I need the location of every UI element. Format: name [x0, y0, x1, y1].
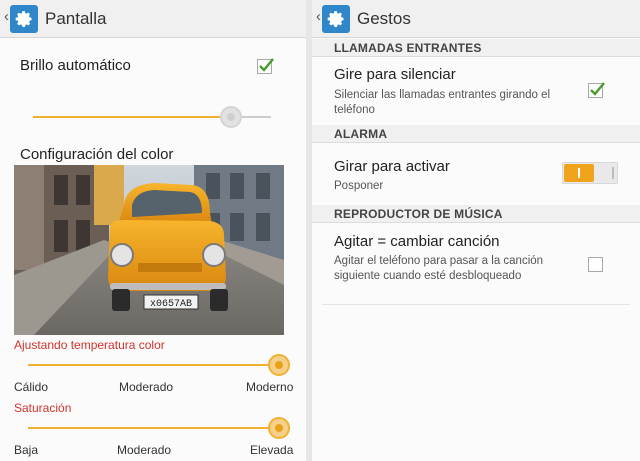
temperature-tick-warm: Cálido — [14, 380, 49, 394]
settings-gear-icon[interactable] — [322, 5, 350, 33]
temperature-slider-thumb[interactable] — [268, 354, 290, 376]
temperature-tick-modern: Moderno — [246, 380, 294, 394]
shake-to-change-checkbox[interactable] — [588, 257, 603, 272]
settings-gear-icon[interactable] — [10, 5, 38, 33]
toggle-on-segment — [564, 164, 594, 182]
section-header-music-player: REPRODUCTOR DE MÚSICA — [312, 205, 640, 223]
section-header-alarm: ALARMA — [312, 125, 640, 143]
saturation-slider-thumb[interactable] — [268, 417, 290, 439]
screen-title: Gestos — [357, 9, 411, 28]
back-chevron-icon[interactable]: ‹ — [316, 8, 321, 25]
flip-to-mute-checkbox[interactable] — [588, 82, 605, 98]
gestures-settings-panel: ‹ Gestos LLAMADAS ENTRANTES Gire para si… — [312, 0, 640, 461]
back-chevron-icon[interactable]: ‹ — [4, 8, 9, 25]
color-config-label: Configuración del color — [20, 146, 174, 163]
section-header-incoming-calls: LLAMADAS ENTRANTES — [312, 39, 640, 57]
brightness-slider-thumb[interactable] — [219, 106, 242, 128]
temperature-tick-moderate: Moderado — [119, 380, 174, 394]
item-subtitle: Agitar el teléfono para pasar a la canci… — [334, 255, 544, 282]
saturation-tick-moderate: Moderado — [117, 443, 172, 457]
action-bar: ‹ Pantalla — [0, 0, 306, 38]
saturation-tick-low: Baja — [14, 443, 39, 457]
saturation-tick-high: Elevada — [250, 443, 294, 457]
item-subtitle: Silenciar las llamadas entrantes girando… — [334, 89, 551, 116]
brightness-track-fill — [33, 116, 231, 118]
flip-to-snooze-toggle[interactable] — [562, 162, 618, 184]
auto-brightness-checkbox[interactable] — [257, 58, 274, 74]
screen-title: Pantalla — [45, 9, 107, 28]
temperature-track-fill — [28, 364, 279, 366]
toggle-off-segment — [612, 167, 614, 179]
checkmark-icon — [259, 58, 274, 72]
temperature-label: Ajustando temperatura color — [14, 338, 165, 352]
list-divider — [322, 304, 630, 305]
display-settings-panel: ‹ Pantalla Brillo automático Configuraci… — [0, 0, 306, 461]
item-title: Gire para silenciar — [334, 66, 456, 83]
saturation-track-fill — [28, 427, 279, 429]
action-bar: ‹ Gestos — [312, 0, 640, 38]
license-plate: х0657АВ — [150, 299, 192, 310]
checkmark-icon — [590, 82, 605, 96]
item-title: Agitar = cambiar canción — [334, 233, 500, 250]
auto-brightness-label: Brillo automático — [20, 57, 131, 74]
saturation-label: Saturación — [14, 401, 72, 415]
item-title: Girar para activar — [334, 158, 450, 175]
item-subtitle: Posponer — [334, 180, 384, 192]
color-preview-photo: х0657АВ — [14, 165, 284, 335]
